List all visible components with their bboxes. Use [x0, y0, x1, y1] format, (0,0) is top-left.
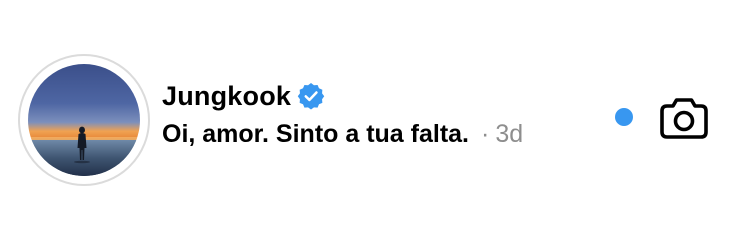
dm-thread-row[interactable]: Jungkook Oi, amor. Sinto a tua falta. · …: [0, 0, 734, 244]
separator-dot: ·: [481, 120, 490, 148]
username: Jungkook: [162, 81, 292, 111]
avatar-image: [28, 64, 140, 176]
message-preview: Oi, amor. Sinto a tua falta. · 3d: [162, 116, 523, 152]
camera-button[interactable]: [658, 94, 710, 142]
timestamp: 3d: [495, 120, 524, 148]
name-line: Jungkook: [162, 78, 325, 114]
unread-indicator: [615, 108, 633, 126]
avatar[interactable]: [28, 64, 140, 176]
verified-icon: [297, 82, 325, 110]
last-message: Oi, amor. Sinto a tua falta.: [162, 120, 470, 148]
camera-icon: [660, 98, 708, 139]
